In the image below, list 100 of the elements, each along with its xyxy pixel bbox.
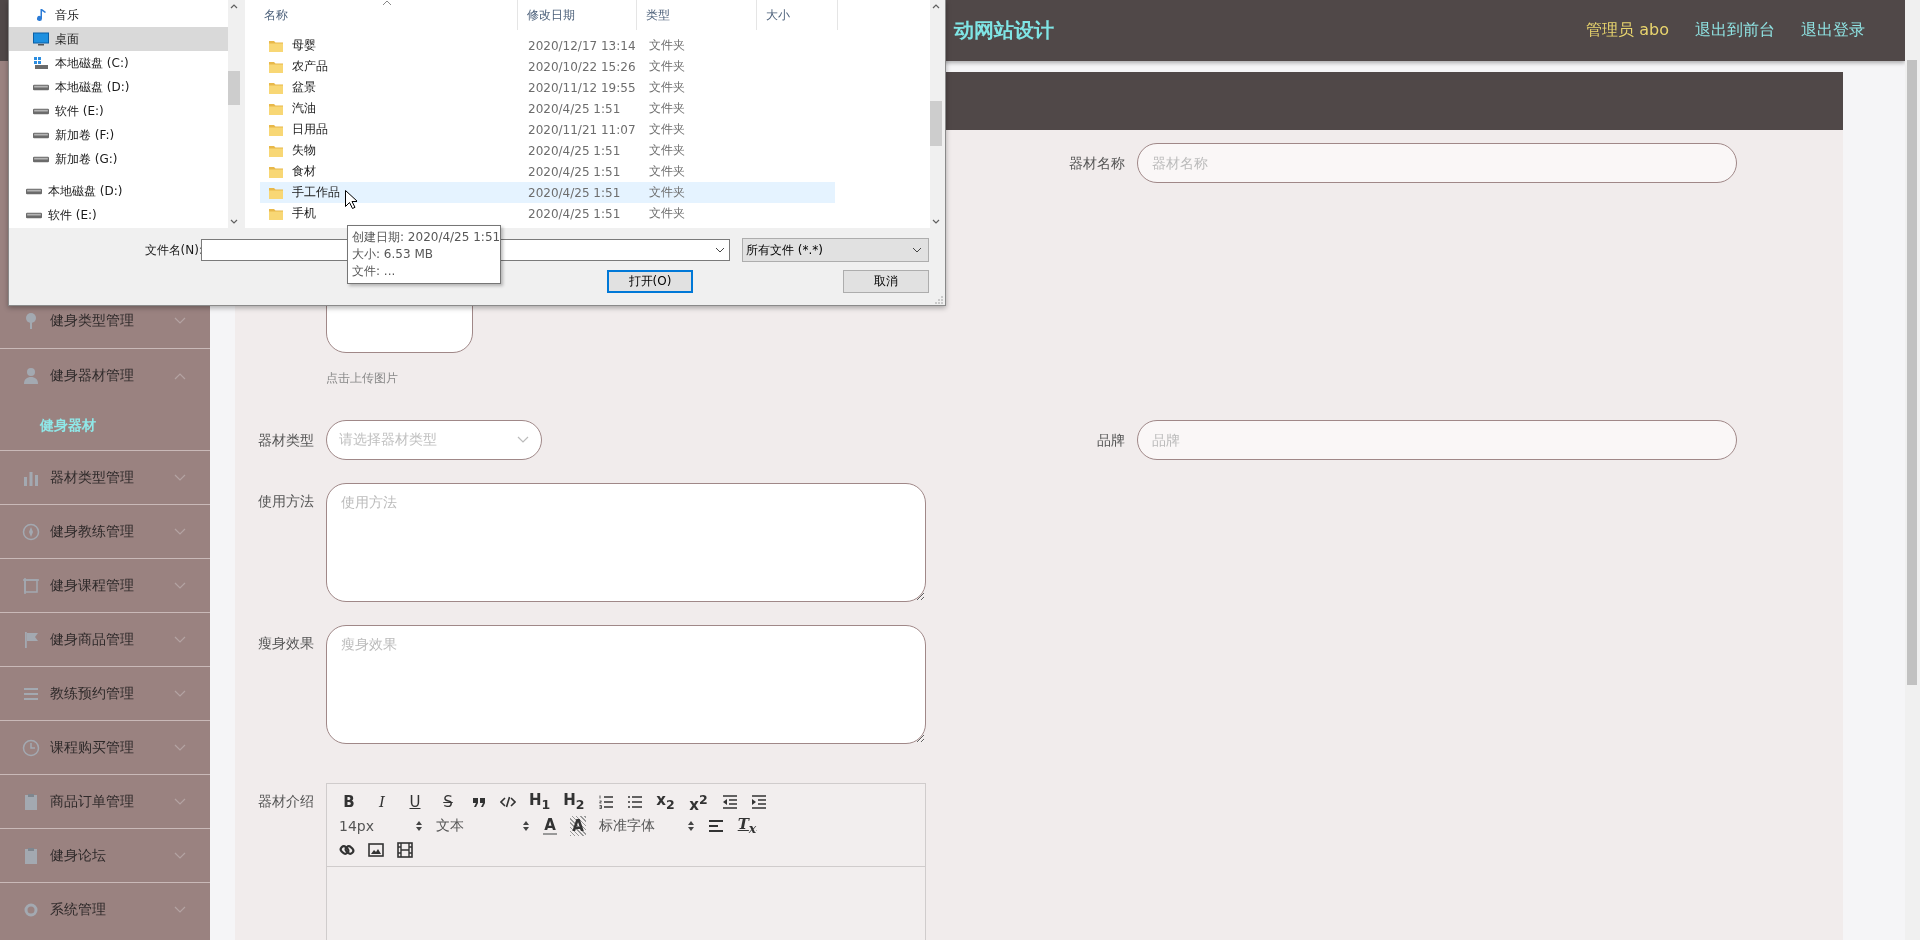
code-icon[interactable] bbox=[500, 794, 516, 810]
file-row[interactable]: 手机 2020/4/25 1:51 文件夹 bbox=[260, 203, 835, 224]
scrollbar-thumb[interactable] bbox=[228, 71, 240, 105]
file-row[interactable]: 汽油 2020/4/25 1:51 文件夹 bbox=[260, 98, 835, 119]
file-type-dropdown[interactable]: 所有文件 (*.*) bbox=[742, 238, 929, 262]
field-label: 器材介绍 bbox=[257, 792, 315, 811]
nav-item[interactable]: 桌面 bbox=[9, 27, 228, 51]
scrollbar[interactable] bbox=[930, 0, 942, 228]
filename-label: 文件名(N): bbox=[144, 242, 203, 259]
clear-format-button[interactable]: T$_{x}$ bbox=[737, 813, 757, 839]
sidebar-item[interactable]: 教练预约管理 bbox=[0, 666, 210, 720]
text-area[interactable]: 瘦身效果 bbox=[326, 625, 926, 744]
tooltip-line: 文件: ... bbox=[352, 263, 397, 280]
nav-item[interactable]: 软件 (E:) bbox=[9, 203, 228, 227]
scrollbar-thumb[interactable] bbox=[930, 101, 942, 146]
file-type: 文件夹 bbox=[649, 37, 685, 54]
nav-item[interactable]: 本地磁盘 (C:) bbox=[9, 51, 228, 75]
sidebar-item[interactable]: 健身教练管理 bbox=[0, 504, 210, 558]
up-down-arrows-icon bbox=[415, 820, 423, 832]
nav-item[interactable]: 本地磁盘 (D:) bbox=[9, 75, 228, 99]
sidebar-item[interactable]: 器材类型管理 bbox=[0, 450, 210, 504]
scrollbar-thumb[interactable] bbox=[1907, 60, 1917, 685]
file-row[interactable]: 母婴 2020/12/17 13:14 文件夹 bbox=[260, 35, 835, 56]
image-icon[interactable] bbox=[368, 842, 384, 858]
film-icon[interactable] bbox=[397, 842, 413, 858]
file-type: 文件夹 bbox=[649, 121, 685, 138]
header-link[interactable]: 退出到前台 bbox=[1695, 20, 1775, 41]
header-link[interactable]: 退出登录 bbox=[1801, 20, 1865, 41]
field-label: 器材类型 bbox=[257, 431, 315, 450]
toolbar-select[interactable]: 文本 bbox=[436, 817, 530, 835]
file-name: 失物 bbox=[292, 143, 316, 157]
page-scrollbar[interactable] bbox=[1905, 0, 1920, 940]
nav-item[interactable]: 音乐 bbox=[9, 3, 228, 27]
toolbar-select[interactable]: 14px bbox=[339, 818, 423, 834]
font-color-button[interactable]: A bbox=[543, 817, 557, 835]
drive-icon bbox=[33, 155, 49, 163]
folder-icon bbox=[268, 101, 284, 116]
file-date: 2020/4/25 1:51 bbox=[528, 101, 622, 116]
compass-icon bbox=[22, 522, 40, 541]
sidebar-item[interactable]: 健身器材管理 bbox=[0, 348, 210, 402]
system-drive-icon bbox=[33, 56, 49, 70]
file-row[interactable]: 手工作品 2020/4/25 1:51 文件夹 bbox=[260, 182, 835, 203]
toolbar-select[interactable]: 标准字体 bbox=[599, 817, 695, 835]
file-name: 母婴 bbox=[292, 38, 316, 52]
underline-button[interactable]: U bbox=[405, 792, 425, 812]
file-name: 食材 bbox=[292, 164, 316, 178]
toolbar-button[interactable]: x$_{2}$ bbox=[655, 789, 676, 815]
field-label: 使用方法 bbox=[257, 492, 315, 511]
chevron-down-icon bbox=[912, 247, 922, 253]
folder-icon bbox=[268, 185, 284, 200]
folder-icon bbox=[268, 122, 284, 137]
nav-item[interactable]: 软件 (E:) bbox=[9, 99, 228, 123]
file-date: 2020/4/25 1:51 bbox=[528, 164, 622, 179]
clipboard-icon bbox=[22, 846, 40, 865]
file-row[interactable]: 农产品 2020/10/22 15:26 文件夹 bbox=[260, 56, 835, 77]
file-type: 文件夹 bbox=[649, 184, 685, 201]
folder-icon bbox=[268, 80, 284, 95]
bullet-list-icon[interactable] bbox=[626, 794, 643, 810]
highlight-button[interactable]: A bbox=[570, 816, 586, 836]
file-name: 手机 bbox=[292, 206, 316, 220]
sidebar-item[interactable]: 健身类型管理 bbox=[0, 294, 210, 348]
resize-grip-icon bbox=[935, 296, 943, 304]
text-field[interactable]: 器材名称 bbox=[1137, 143, 1737, 183]
cancel-button[interactable]: 取消 bbox=[843, 270, 929, 293]
sidebar-item[interactable]: 健身课程管理 bbox=[0, 558, 210, 612]
text-field[interactable]: 品牌 bbox=[1137, 420, 1737, 460]
link-icon[interactable] bbox=[339, 842, 355, 858]
nav-item[interactable]: 新加卷 (G:) bbox=[9, 147, 228, 171]
indent-icon[interactable] bbox=[750, 794, 767, 810]
ordered-list-icon[interactable] bbox=[597, 794, 614, 810]
toolbar-button[interactable]: x$^{2}$ bbox=[688, 789, 709, 815]
folder-icon bbox=[268, 38, 284, 53]
open-button[interactable]: 打开(O) bbox=[607, 270, 693, 293]
folder-icon bbox=[268, 206, 284, 221]
align-left-icon[interactable] bbox=[708, 818, 724, 834]
flag-icon bbox=[22, 630, 40, 649]
sidebar-item[interactable]: 课程购买管理 bbox=[0, 720, 210, 774]
file-row[interactable]: 失物 2020/4/25 1:51 文件夹 bbox=[260, 140, 835, 161]
italic-button[interactable]: I bbox=[372, 792, 392, 812]
toolbar-button[interactable]: H$_{1}$ bbox=[529, 789, 551, 815]
toolbar-button[interactable]: H$_{2}$ bbox=[563, 789, 585, 815]
file-row[interactable]: 日用品 2020/11/21 11:07 文件夹 bbox=[260, 119, 835, 140]
strikethrough-button[interactable]: S bbox=[438, 792, 458, 812]
nav-item[interactable]: 新加卷 (F:) bbox=[9, 123, 228, 147]
sidebar-item[interactable]: 健身论坛 bbox=[0, 828, 210, 882]
drive-icon bbox=[26, 211, 42, 219]
nav-item[interactable]: 本地磁盘 (D:) bbox=[9, 179, 228, 203]
file-row[interactable]: 食材 2020/4/25 1:51 文件夹 bbox=[260, 161, 835, 182]
file-date: 2020/11/12 19:55 bbox=[528, 80, 637, 95]
sidebar-item[interactable]: 商品订单管理 bbox=[0, 774, 210, 828]
sidebar-item[interactable]: 健身商品管理 bbox=[0, 612, 210, 666]
bold-button[interactable]: B bbox=[339, 792, 359, 812]
file-name: 汽油 bbox=[292, 101, 316, 115]
sidebar-item[interactable]: 系统管理 bbox=[0, 882, 210, 936]
drive-icon bbox=[33, 83, 49, 91]
chevron-down-icon bbox=[715, 247, 725, 253]
file-type: 文件夹 bbox=[649, 205, 685, 222]
outdent-icon[interactable] bbox=[721, 794, 738, 810]
file-row[interactable]: 盆景 2020/11/12 19:55 文件夹 bbox=[260, 77, 835, 98]
text-area[interactable]: 使用方法 bbox=[326, 483, 926, 602]
